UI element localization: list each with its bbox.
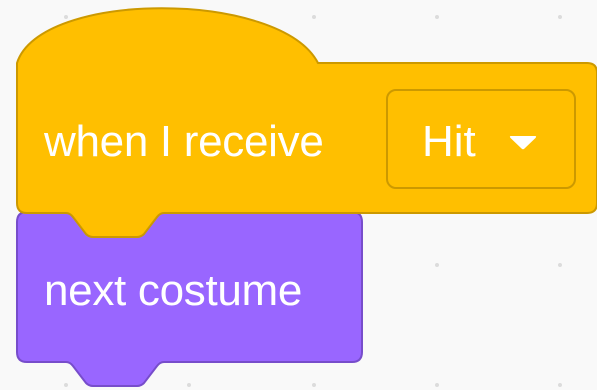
message-dropdown[interactable]: Hit: [386, 89, 576, 189]
message-dropdown-value: Hit: [422, 117, 476, 166]
when-i-receive-label: when I receive: [44, 117, 324, 166]
next-costume-label: next costume: [44, 266, 303, 315]
when-i-receive-block[interactable]: [0, 0, 597, 390]
triangle-down-icon[interactable]: [508, 133, 538, 151]
code-workspace[interactable]: when I receive Hit next costume: [0, 0, 597, 390]
